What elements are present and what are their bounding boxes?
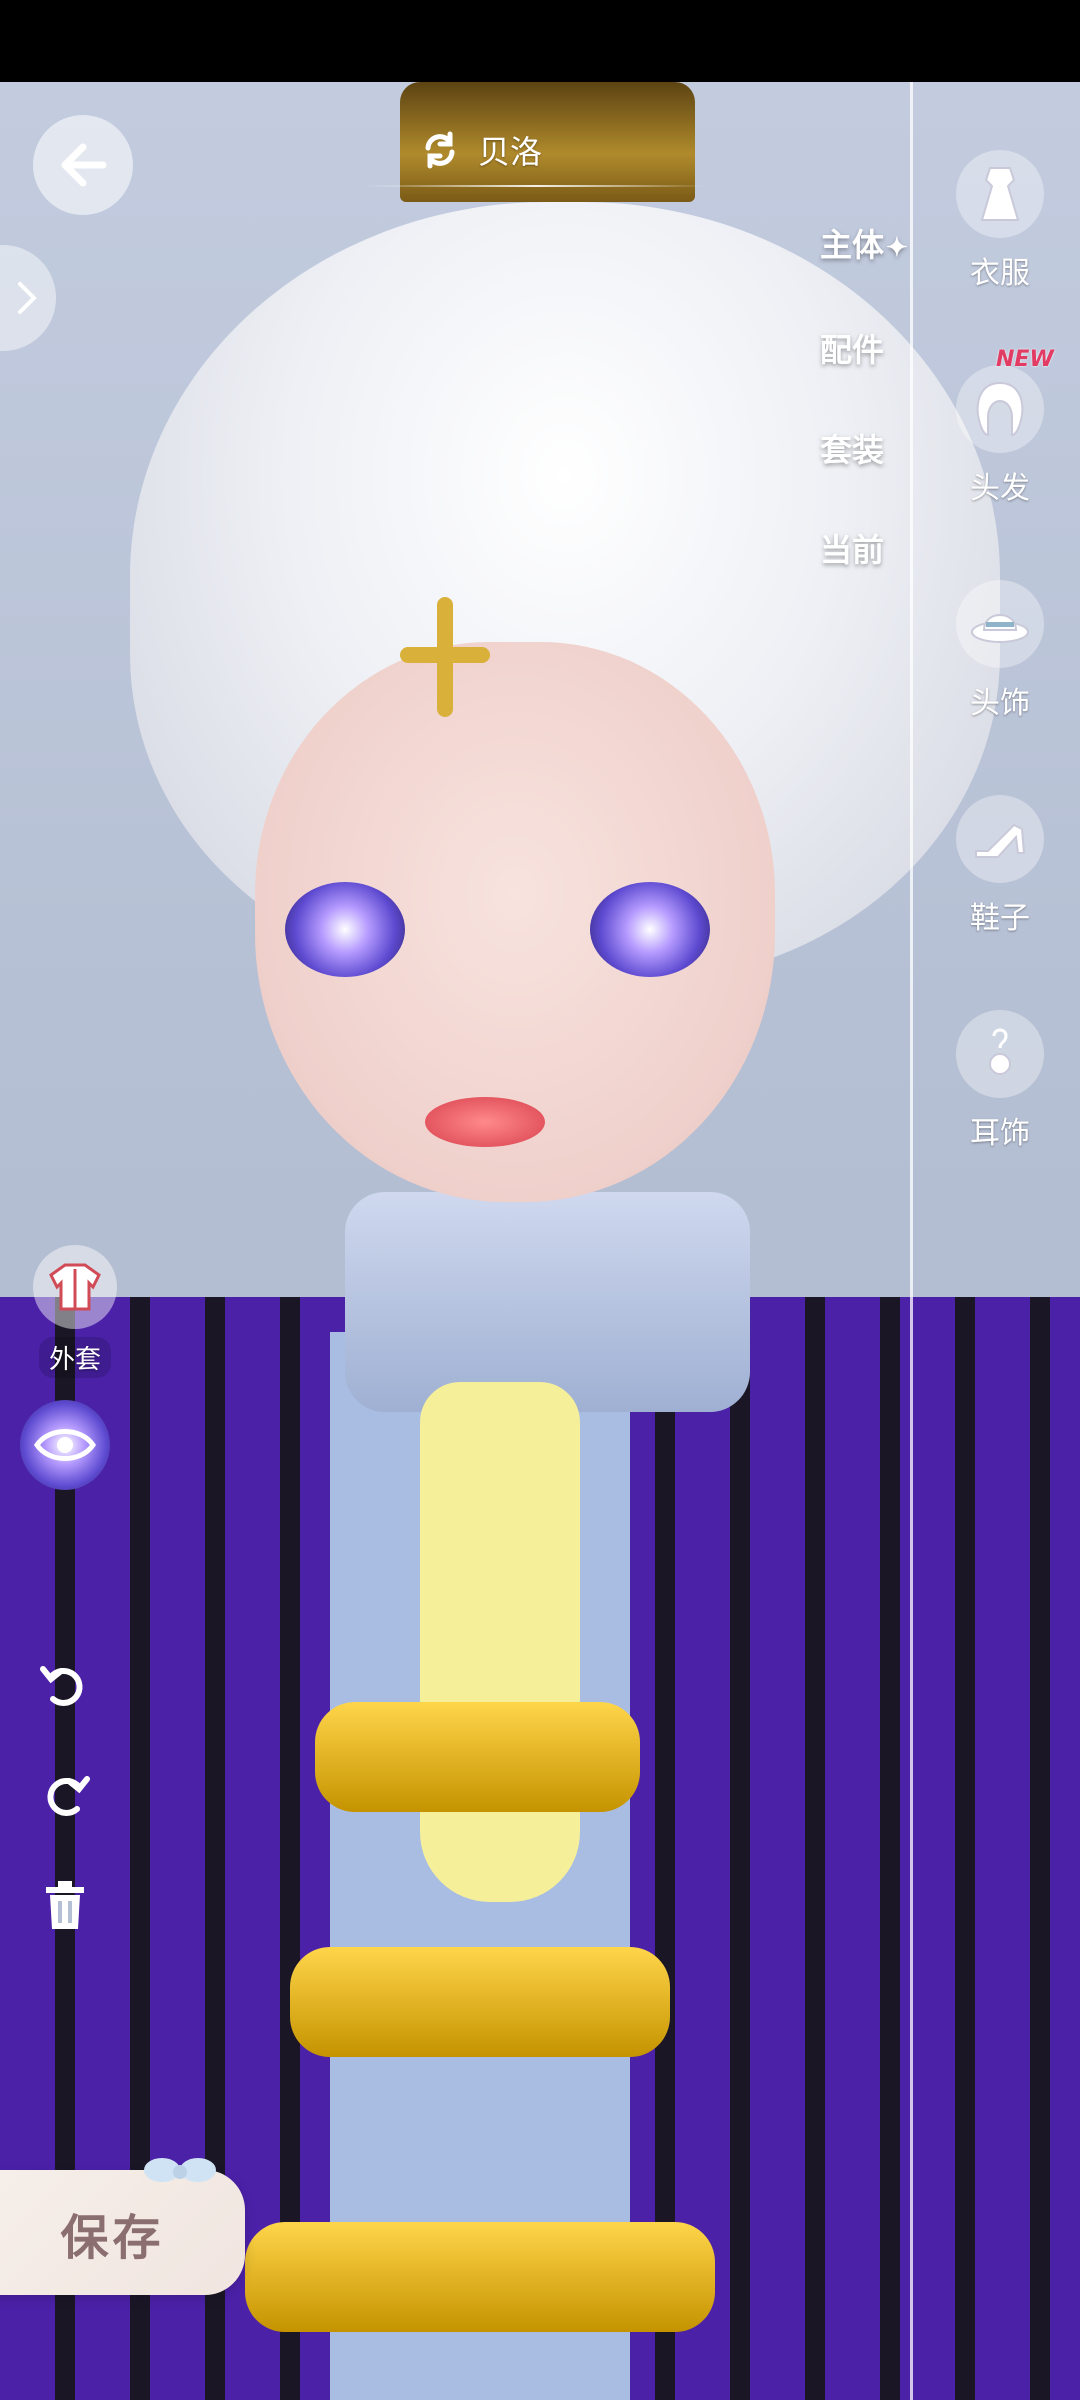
arrow-left-icon: [61, 143, 107, 187]
wardrobe-item-shoes[interactable]: 鞋子: [940, 795, 1060, 937]
tab-outfits[interactable]: 套装: [820, 425, 884, 471]
new-badge: NEW: [996, 347, 1054, 372]
dress-icon: [980, 167, 1020, 221]
wardrobe-item-headwear[interactable]: 头饰: [940, 580, 1060, 722]
tab-main[interactable]: 主体✦: [820, 220, 908, 266]
character-name: 贝洛: [478, 133, 543, 171]
wardrobe-item-clothes[interactable]: 衣服: [940, 150, 1060, 292]
visibility-toggle-button[interactable]: [20, 1400, 110, 1490]
trash-icon: [46, 1881, 84, 1929]
refresh-icon: [425, 131, 455, 169]
ribbon-icon: [144, 2158, 216, 2182]
hat-icon: [971, 614, 1029, 643]
eye-icon: [33, 1429, 97, 1461]
redo-button[interactable]: [20, 1750, 110, 1840]
redo-icon: [47, 1776, 90, 1816]
wardrobe-item-hair[interactable]: NEW 头发: [940, 347, 1060, 507]
outerwear-toggle[interactable]: 外套: [20, 1245, 130, 1378]
shoe-icon: [975, 823, 1026, 858]
shoes-label: 鞋子: [970, 901, 1030, 936]
clothes-label: 衣服: [970, 256, 1030, 291]
back-button[interactable]: [33, 115, 133, 215]
wardrobe-item-earrings[interactable]: 耳饰: [940, 1010, 1060, 1152]
sparkle-icon: ✦: [886, 233, 908, 263]
panel-divider: [910, 82, 913, 2400]
hair-label: 头发: [970, 471, 1030, 506]
expand-side-button[interactable]: [0, 245, 56, 351]
jacket-icon: [49, 1263, 101, 1311]
character-switch[interactable]: 贝洛: [420, 120, 542, 180]
undo-icon: [40, 1666, 83, 1706]
delete-button[interactable]: [20, 1860, 110, 1950]
headwear-label: 头饰: [970, 686, 1030, 721]
title-underline: [360, 185, 710, 187]
tab-accessories[interactable]: 配件: [820, 325, 884, 371]
outerwear-label: 外套: [38, 1337, 111, 1378]
earrings-label: 耳饰: [970, 1116, 1030, 1151]
chevron-right-icon: [18, 282, 37, 314]
save-label: 保存: [60, 2209, 165, 2266]
tab-current[interactable]: 当前: [820, 525, 884, 571]
hair-icon: [976, 381, 1024, 437]
undo-button[interactable]: [20, 1640, 110, 1730]
earring-icon: [989, 1028, 1011, 1075]
